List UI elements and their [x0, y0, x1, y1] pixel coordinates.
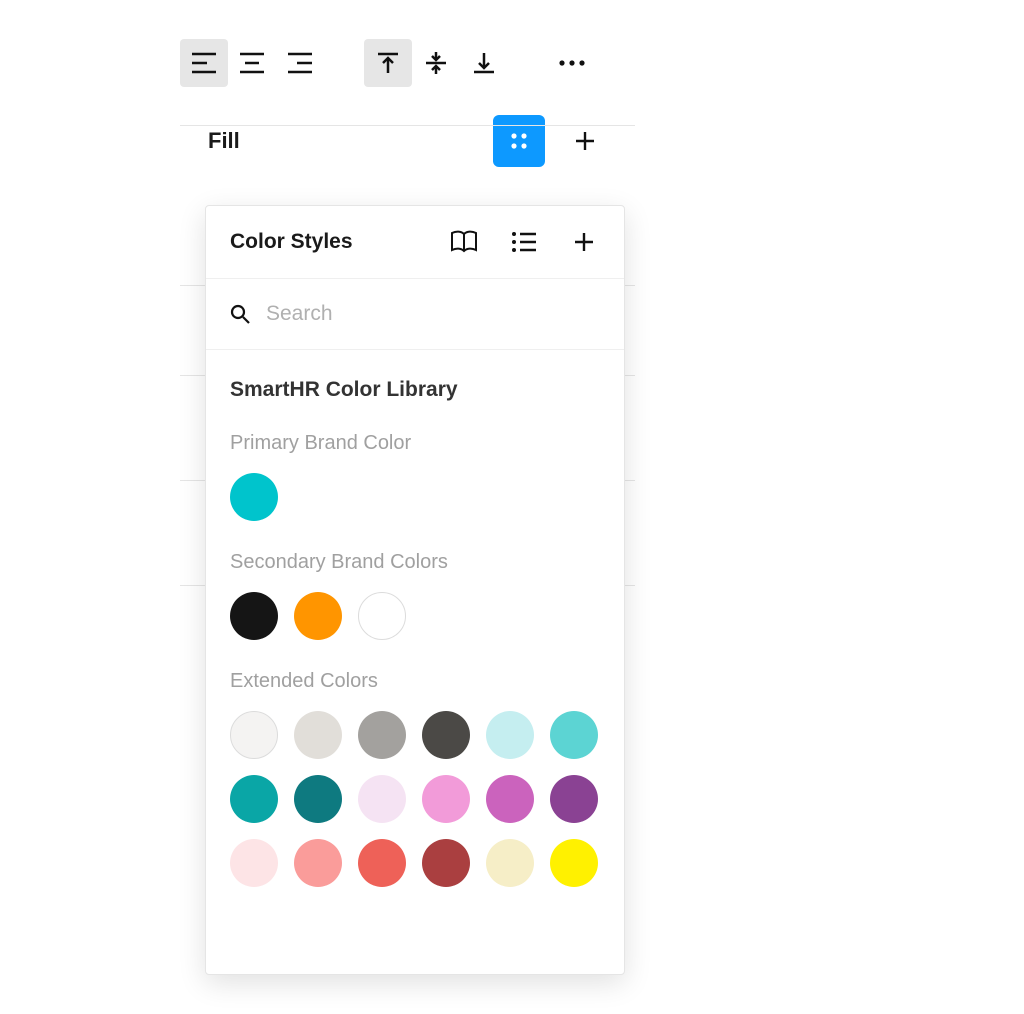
text-align-group	[180, 39, 324, 87]
color-styles-popover: Color Styles	[205, 205, 625, 975]
list-icon	[511, 231, 537, 253]
swatch-row	[230, 711, 600, 887]
color-swatch-grey-05[interactable]	[230, 711, 278, 759]
create-style-button[interactable]	[568, 226, 600, 258]
color-swatch-red-10[interactable]	[230, 839, 278, 887]
vertical-align-top-icon	[376, 51, 400, 75]
color-swatch-purple-80[interactable]	[550, 775, 598, 823]
text-align-center-icon	[239, 52, 265, 74]
apply-styles-button[interactable]	[493, 115, 545, 167]
color-swatch-pink-10[interactable]	[358, 775, 406, 823]
text-align-left-button[interactable]	[180, 39, 228, 87]
text-align-left-icon	[191, 52, 217, 74]
plus-icon	[573, 129, 597, 153]
vertical-align-bottom-icon	[472, 51, 496, 75]
color-swatch-magenta-60[interactable]	[486, 775, 534, 823]
color-swatch-grey-80[interactable]	[422, 711, 470, 759]
color-swatch-pink-40[interactable]	[422, 775, 470, 823]
vertical-align-middle-icon	[424, 51, 448, 75]
text-toolbar	[180, 35, 635, 91]
book-icon	[450, 230, 478, 254]
library-title: SmartHR Color Library	[230, 378, 600, 402]
color-swatch-orange[interactable]	[294, 592, 342, 640]
popover-body: SmartHR Color Library Primary Brand Colo…	[206, 350, 624, 927]
popover-title: Color Styles	[230, 230, 353, 254]
text-align-right-button[interactable]	[276, 39, 324, 87]
library-book-button[interactable]	[448, 226, 480, 258]
color-swatch-red-50[interactable]	[358, 839, 406, 887]
search-icon	[230, 304, 250, 324]
color-swatch-yellow-20[interactable]	[486, 839, 534, 887]
color-swatch-red-30[interactable]	[294, 839, 342, 887]
color-swatch-grey-10[interactable]	[294, 711, 342, 759]
search-input[interactable]	[264, 301, 600, 327]
color-swatch-teal-40[interactable]	[550, 711, 598, 759]
swatch-row	[230, 592, 600, 640]
fill-section-header: Fill	[180, 107, 635, 175]
color-swatch-teal-20[interactable]	[486, 711, 534, 759]
vertical-align-group	[364, 39, 508, 87]
four-dots-icon	[508, 130, 530, 152]
fill-label: Fill	[208, 128, 240, 154]
list-view-button[interactable]	[508, 226, 540, 258]
color-swatch-teal-80[interactable]	[294, 775, 342, 823]
color-swatch-primary-teal[interactable]	[230, 473, 278, 521]
vertical-align-middle-button[interactable]	[412, 39, 460, 87]
vertical-align-bottom-button[interactable]	[460, 39, 508, 87]
color-group-label: Extended Colors	[230, 670, 600, 693]
color-swatch-red-80[interactable]	[422, 839, 470, 887]
popover-header: Color Styles	[206, 206, 624, 278]
vertical-align-top-button[interactable]	[364, 39, 412, 87]
more-options-button[interactable]	[548, 39, 596, 87]
add-fill-button[interactable]	[563, 119, 607, 163]
swatch-row	[230, 473, 600, 521]
color-group-label: Primary Brand Color	[230, 432, 600, 455]
color-swatch-black[interactable]	[230, 592, 278, 640]
search-row	[206, 278, 624, 350]
color-swatch-grey-40[interactable]	[358, 711, 406, 759]
more-dots-icon	[558, 59, 586, 67]
text-align-center-button[interactable]	[228, 39, 276, 87]
text-align-right-icon	[287, 52, 313, 74]
color-swatch-teal-60[interactable]	[230, 775, 278, 823]
color-swatch-yellow-60[interactable]	[550, 839, 598, 887]
plus-icon	[572, 230, 596, 254]
color-group-label: Secondary Brand Colors	[230, 551, 600, 574]
color-swatch-white[interactable]	[358, 592, 406, 640]
